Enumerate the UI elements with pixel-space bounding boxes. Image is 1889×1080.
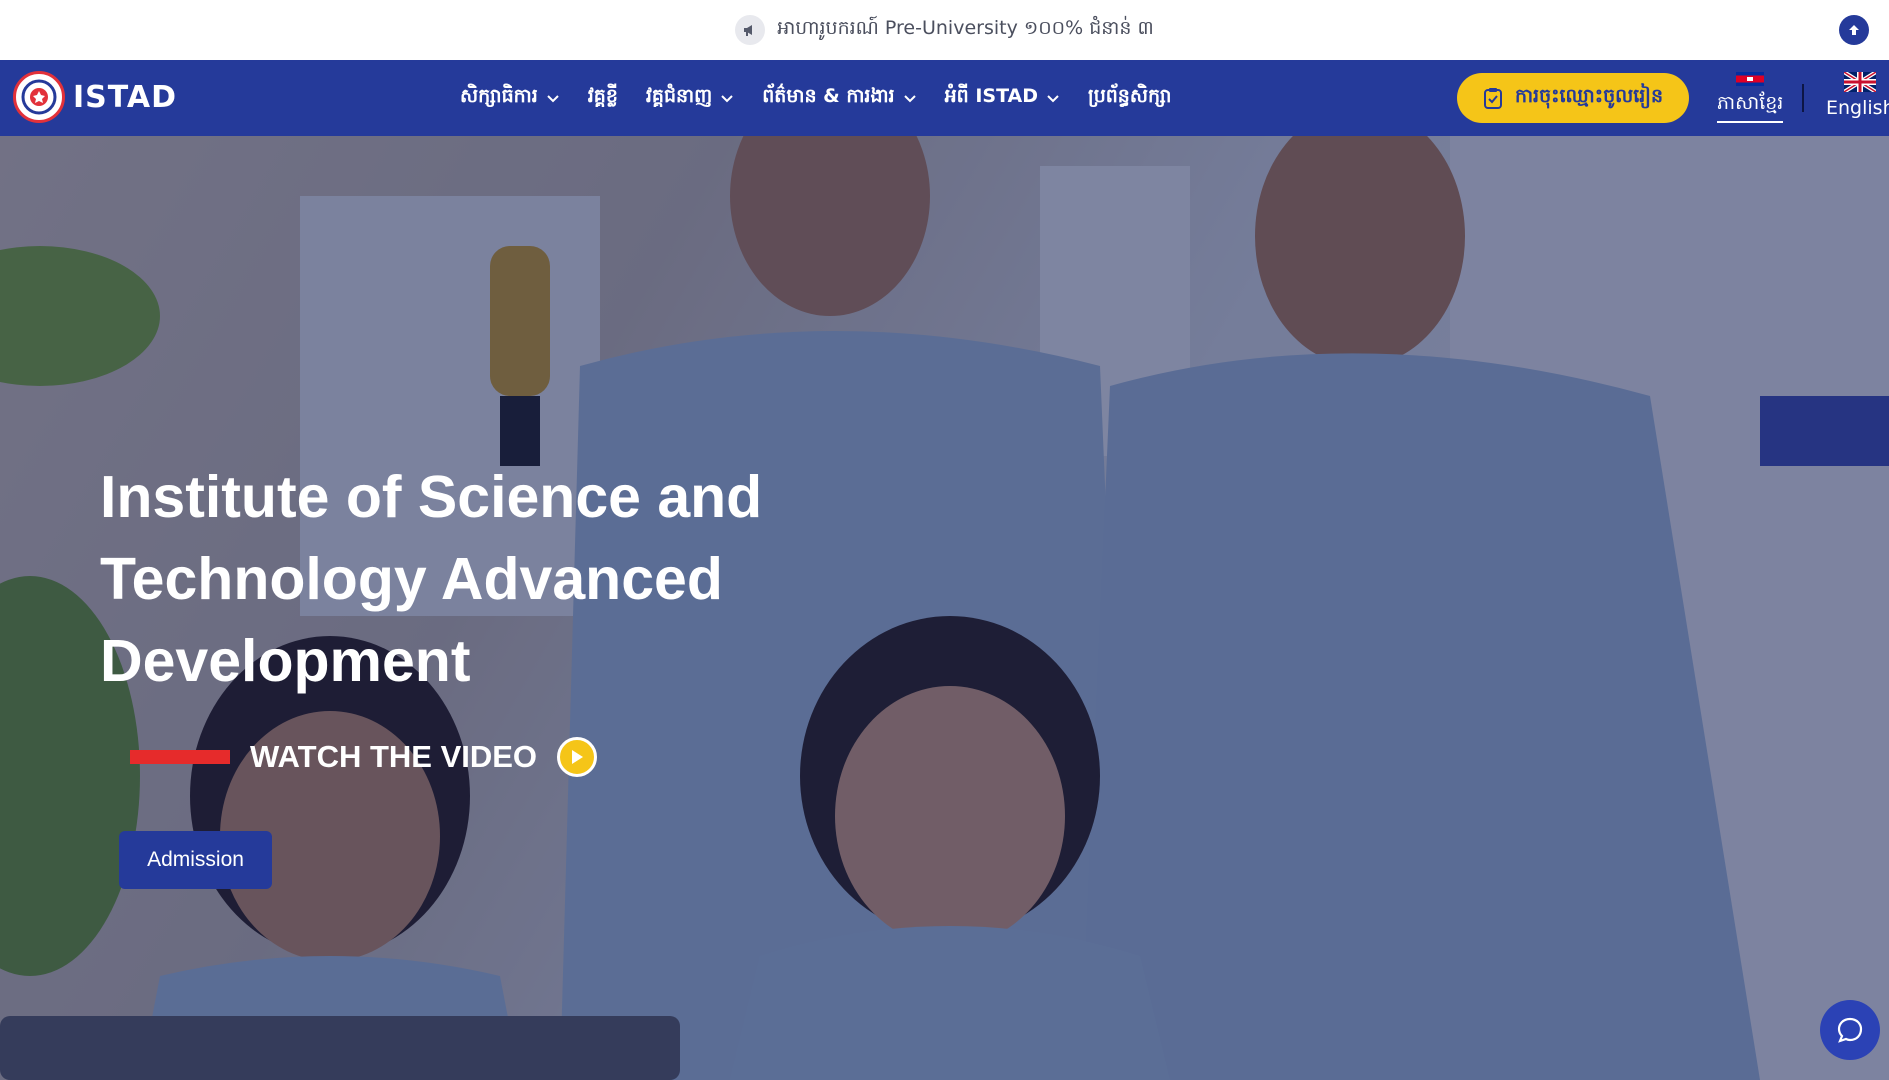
hero-title-line: Institute of Science and — [100, 464, 763, 530]
chevron-down-icon — [1047, 95, 1059, 103]
language-label: English — [1826, 97, 1889, 119]
nav-item-label: សិក្សាធិការ — [460, 85, 538, 107]
chevron-down-icon — [547, 95, 559, 103]
nav-item-label: វគ្គខ្លី — [587, 85, 618, 107]
cambodia-flag-icon — [1736, 72, 1765, 86]
announcement-content[interactable]: អាហារូបករណ៍ Pre-University ១០០% ជំនាន់ ៣ — [735, 15, 1154, 45]
uk-flag-icon — [1844, 72, 1877, 92]
nav-item-short-courses[interactable]: វគ្គខ្លី — [588, 84, 618, 112]
play-icon[interactable] — [557, 737, 598, 777]
brand-logo[interactable]: ISTAD — [13, 71, 177, 123]
nav-item-academics[interactable]: សិក្សាធិការ — [460, 84, 560, 112]
hero-section: Institute of Science and Technology Adva… — [0, 136, 1889, 1080]
arrow-up-icon[interactable] — [1839, 15, 1869, 45]
watch-video-link[interactable]: WATCH THE VIDEO — [130, 737, 598, 777]
chat-bubble-icon[interactable] — [1820, 1000, 1880, 1060]
hero-title-line: Technology Advanced — [100, 546, 723, 612]
accent-bar — [130, 750, 230, 764]
nav-item-about[interactable]: អំពី ISTAD — [945, 84, 1060, 112]
megaphone-icon — [735, 15, 766, 45]
nav-item-skill-courses[interactable]: វគ្គជំនាញ — [646, 84, 734, 112]
nav-item-label: អំពី ISTAD — [944, 85, 1039, 107]
main-nav: ISTAD សិក្សាធិការ វគ្គខ្លី វគ្គជំនាញ ព័ត… — [0, 60, 1889, 136]
enroll-button[interactable]: ការចុះឈ្មោះចូលរៀន — [1457, 73, 1689, 123]
language-label: ភាសាខ្មែរ — [1717, 91, 1784, 123]
announcement-text: អាហារូបករណ៍ Pre-University ១០០% ជំនាន់ ៣ — [777, 17, 1154, 39]
nav-menu: សិក្សាធិការ វគ្គខ្លី វគ្គជំនាញ ព័ត៌មាន &… — [460, 60, 1171, 136]
nav-item-label: វគ្គជំនាញ — [645, 85, 713, 107]
language-option-khmer[interactable]: ភាសាខ្មែរ — [1717, 72, 1784, 123]
brand-name: ISTAD — [73, 79, 178, 115]
announcement-bar: អាហារូបករណ៍ Pre-University ១០០% ជំនាន់ ៣ — [0, 0, 1889, 60]
clipboard-check-icon — [1483, 88, 1502, 109]
nav-item-news-jobs[interactable]: ព័ត៌មាន & ការងារ — [762, 84, 916, 112]
enroll-label: ការចុះឈ្មោះចូលរៀន — [1514, 85, 1664, 107]
language-divider — [1802, 84, 1804, 112]
watch-video-label: WATCH THE VIDEO — [250, 739, 538, 774]
chevron-down-icon — [721, 95, 733, 103]
admission-button[interactable]: Admission — [119, 831, 272, 889]
chevron-down-icon — [903, 95, 916, 103]
nav-item-learning-system[interactable]: ប្រព័ន្ធសិក្សា — [1088, 84, 1171, 112]
hero-title-line: Development — [100, 628, 471, 694]
nav-item-label: ប្រព័ន្ធសិក្សា — [1088, 85, 1172, 107]
hero-title: Institute of Science and Technology Adva… — [100, 456, 860, 702]
istad-emblem-icon — [13, 71, 65, 123]
nav-item-label: ព័ត៌មាន & ការងារ — [762, 85, 895, 107]
language-option-english[interactable]: English — [1826, 72, 1889, 119]
